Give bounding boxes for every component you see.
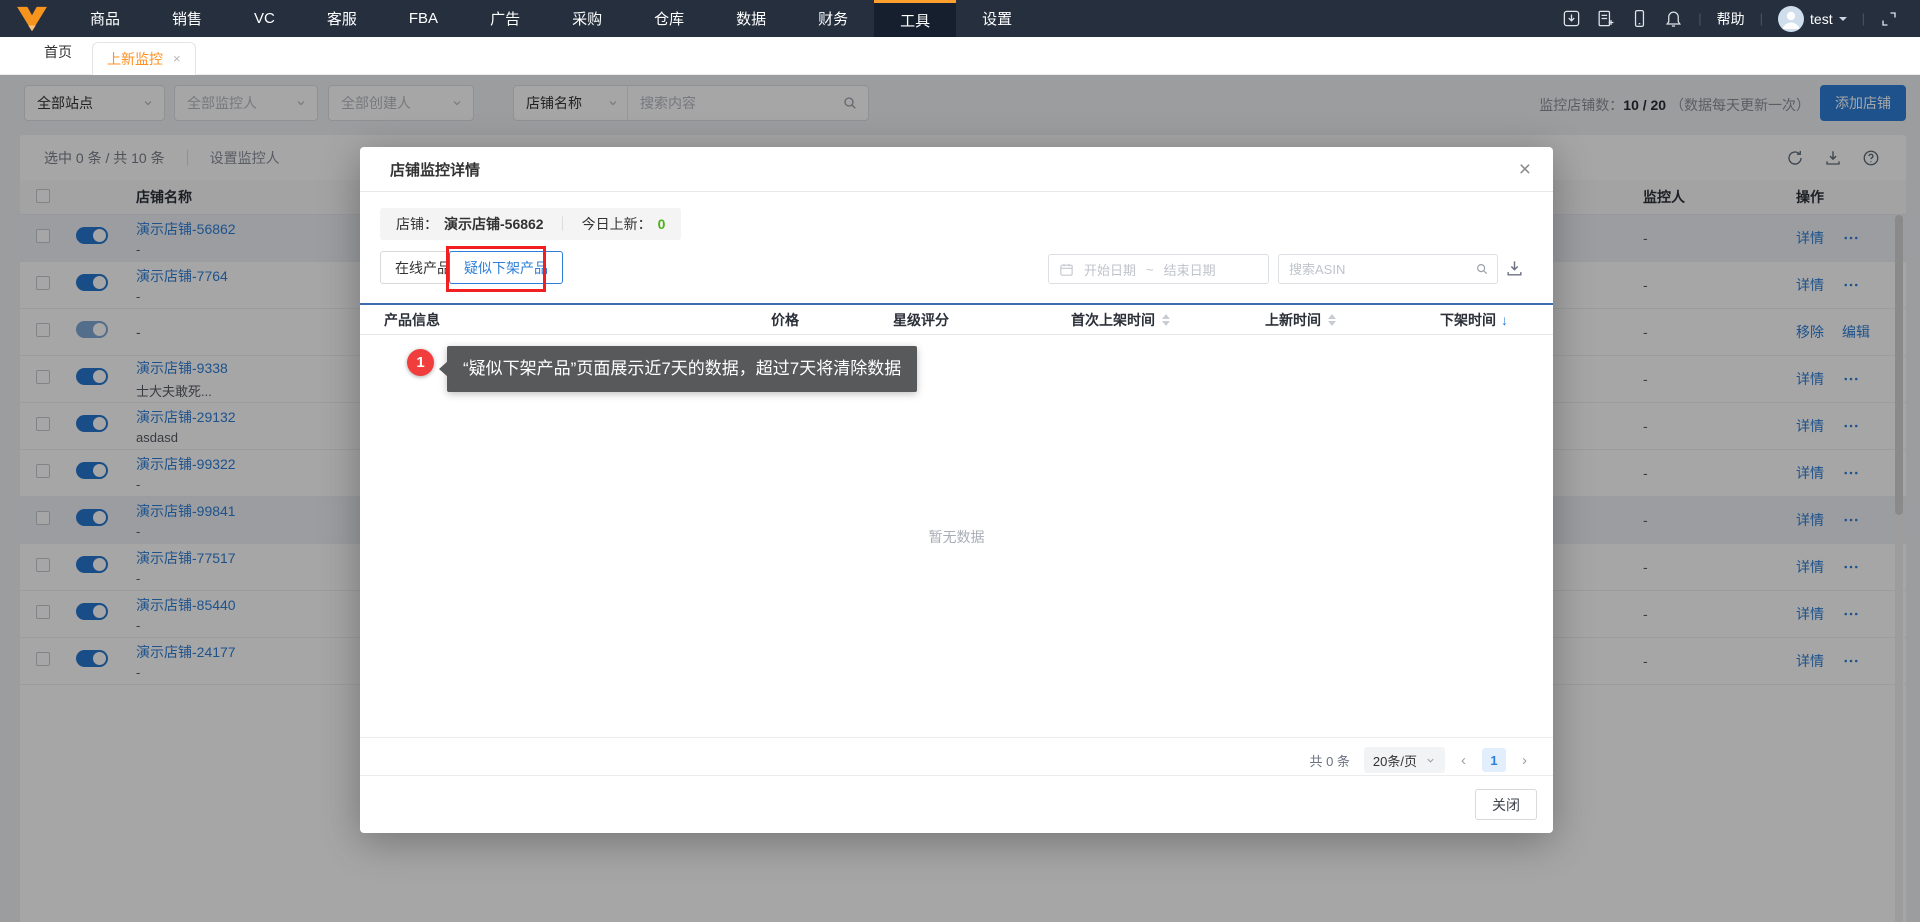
sort-desc-icon[interactable]: ↓: [1501, 312, 1508, 328]
modal-column-label: 价格: [771, 311, 799, 328]
modal-column-label: 星级评分: [893, 311, 949, 328]
nav-item[interactable]: 数据: [710, 0, 792, 37]
date-range-picker[interactable]: 开始日期 ~ 结束日期: [1048, 254, 1269, 284]
asin-search-input[interactable]: [1279, 261, 1475, 277]
nav-item[interactable]: VC: [228, 0, 301, 37]
fox-logo-icon: [17, 6, 47, 31]
help-link[interactable]: 帮助: [1717, 9, 1745, 29]
nav-item[interactable]: FBA: [383, 0, 464, 37]
tab-close-icon[interactable]: ×: [173, 52, 181, 65]
nav-item[interactable]: 采购: [546, 0, 628, 37]
nav-divider: |: [1698, 11, 1702, 26]
modal-column-label: 首次上架时间: [1071, 311, 1155, 328]
nav-divider: |: [1861, 11, 1865, 26]
sort-icon[interactable]: [1328, 313, 1336, 326]
tab-label: 上新监控: [107, 50, 163, 67]
nav-item[interactable]: 广告: [464, 0, 546, 37]
close-button[interactable]: 关闭: [1475, 789, 1537, 820]
modal-close-icon[interactable]: ×: [1519, 159, 1531, 180]
doc-add-icon[interactable]: [1596, 9, 1615, 28]
date-start-placeholder: 开始日期: [1084, 262, 1137, 278]
prev-page-button[interactable]: ‹: [1459, 752, 1468, 769]
nav-item[interactable]: 仓库: [628, 0, 710, 37]
asin-search-box: [1278, 254, 1498, 284]
nav-divider: |: [1759, 11, 1764, 26]
modal-column[interactable]: 上新时间: [1241, 310, 1416, 330]
modal-column: 价格: [747, 310, 869, 330]
chevron-down-icon: [1427, 758, 1434, 763]
store-name: 演示店铺-56862: [444, 216, 544, 232]
page-size-value: 20条/页: [1372, 753, 1417, 769]
page-size-select[interactable]: 20条/页: [1363, 747, 1445, 773]
nav-item[interactable]: 商品: [64, 0, 146, 37]
download-center-icon[interactable]: [1562, 9, 1581, 28]
search-icon[interactable]: [1475, 261, 1489, 277]
modal-title: 店铺监控详情: [390, 161, 481, 179]
top-nav: 商品 销售 VC 客服 FBA 广告 采购 仓库 数据 财务 工具 设置 | 帮助 | test |: [0, 0, 1920, 37]
empty-state: 暂无数据: [360, 336, 1553, 738]
user-menu[interactable]: test: [1778, 5, 1847, 32]
tab-new-arrival-monitor[interactable]: 上新监控 ×: [92, 42, 196, 75]
modal-column-label: 产品信息: [384, 311, 440, 328]
modal-footer: 关闭: [360, 775, 1553, 833]
modal-column-label: 下架时间: [1440, 311, 1496, 328]
annotation-tooltip: “疑似下架产品”页面展示近7天的数据，超过7天将清除数据: [438, 346, 918, 392]
modal-column: 产品信息: [360, 310, 747, 330]
store-label: 店铺：: [396, 216, 438, 232]
store-info-bar: 店铺： 演示店铺-56862 ｜ 今日上新： 0: [380, 208, 682, 240]
date-tilde: ~: [1146, 261, 1154, 277]
calendar-icon: [1060, 263, 1073, 276]
modal-column: 星级评分: [869, 310, 1047, 330]
annotation-step-badge: 1: [407, 349, 434, 376]
mobile-app-icon[interactable]: [1630, 9, 1649, 28]
pagination: 共 0 条 20条/页 ‹ 1 ›: [360, 744, 1553, 776]
total-count: 共 0 条: [1309, 753, 1350, 769]
nav-item[interactable]: 销售: [146, 0, 228, 37]
modal-column[interactable]: 下架时间 ↓: [1416, 310, 1553, 330]
app-logo[interactable]: [0, 0, 64, 37]
avatar: [1778, 5, 1805, 32]
today-new-label: 今日上新：: [581, 216, 652, 232]
bell-icon[interactable]: [1664, 9, 1683, 28]
tab-home[interactable]: 首页: [0, 42, 92, 74]
nav-item[interactable]: 财务: [792, 0, 874, 37]
next-page-button[interactable]: ›: [1520, 752, 1529, 769]
today-new-value: 0: [657, 216, 666, 232]
download-icon[interactable]: [1505, 259, 1524, 278]
date-end-placeholder: 结束日期: [1163, 262, 1216, 278]
main-menu: 商品 销售 VC 客服 FBA 广告 采购 仓库 数据 财务 工具 设置: [64, 0, 1038, 37]
annotation-highlight-rect: [446, 246, 546, 292]
modal-column[interactable]: 首次上架时间: [1047, 310, 1241, 330]
modal-header: 店铺监控详情 ×: [360, 147, 1553, 192]
fullscreen-icon[interactable]: [1880, 10, 1898, 28]
tab-bar: 首页 上新监控 ×: [0, 37, 1920, 75]
page-number[interactable]: 1: [1482, 748, 1506, 772]
empty-text: 暂无数据: [928, 528, 985, 545]
user-name: test: [1810, 10, 1833, 27]
info-separator: ｜: [555, 216, 570, 232]
chevron-down-icon: [1838, 16, 1847, 25]
nav-item[interactable]: 客服: [301, 0, 383, 37]
nav-item[interactable]: 设置: [956, 0, 1038, 37]
modal-table-header: 产品信息 价格 星级评分 首次上架时间 上新时间 下架时间 ↓: [360, 303, 1553, 335]
nav-item[interactable]: 工具: [874, 0, 957, 37]
modal-column-label: 上新时间: [1265, 311, 1321, 328]
sort-icon[interactable]: [1162, 313, 1170, 326]
app-window: 商品 销售 VC 客服 FBA 广告 采购 仓库 数据 财务 工具 设置 | 帮助 | test |: [0, 0, 1920, 922]
nav-right-tools: | 帮助 | test |: [1562, 0, 1920, 37]
